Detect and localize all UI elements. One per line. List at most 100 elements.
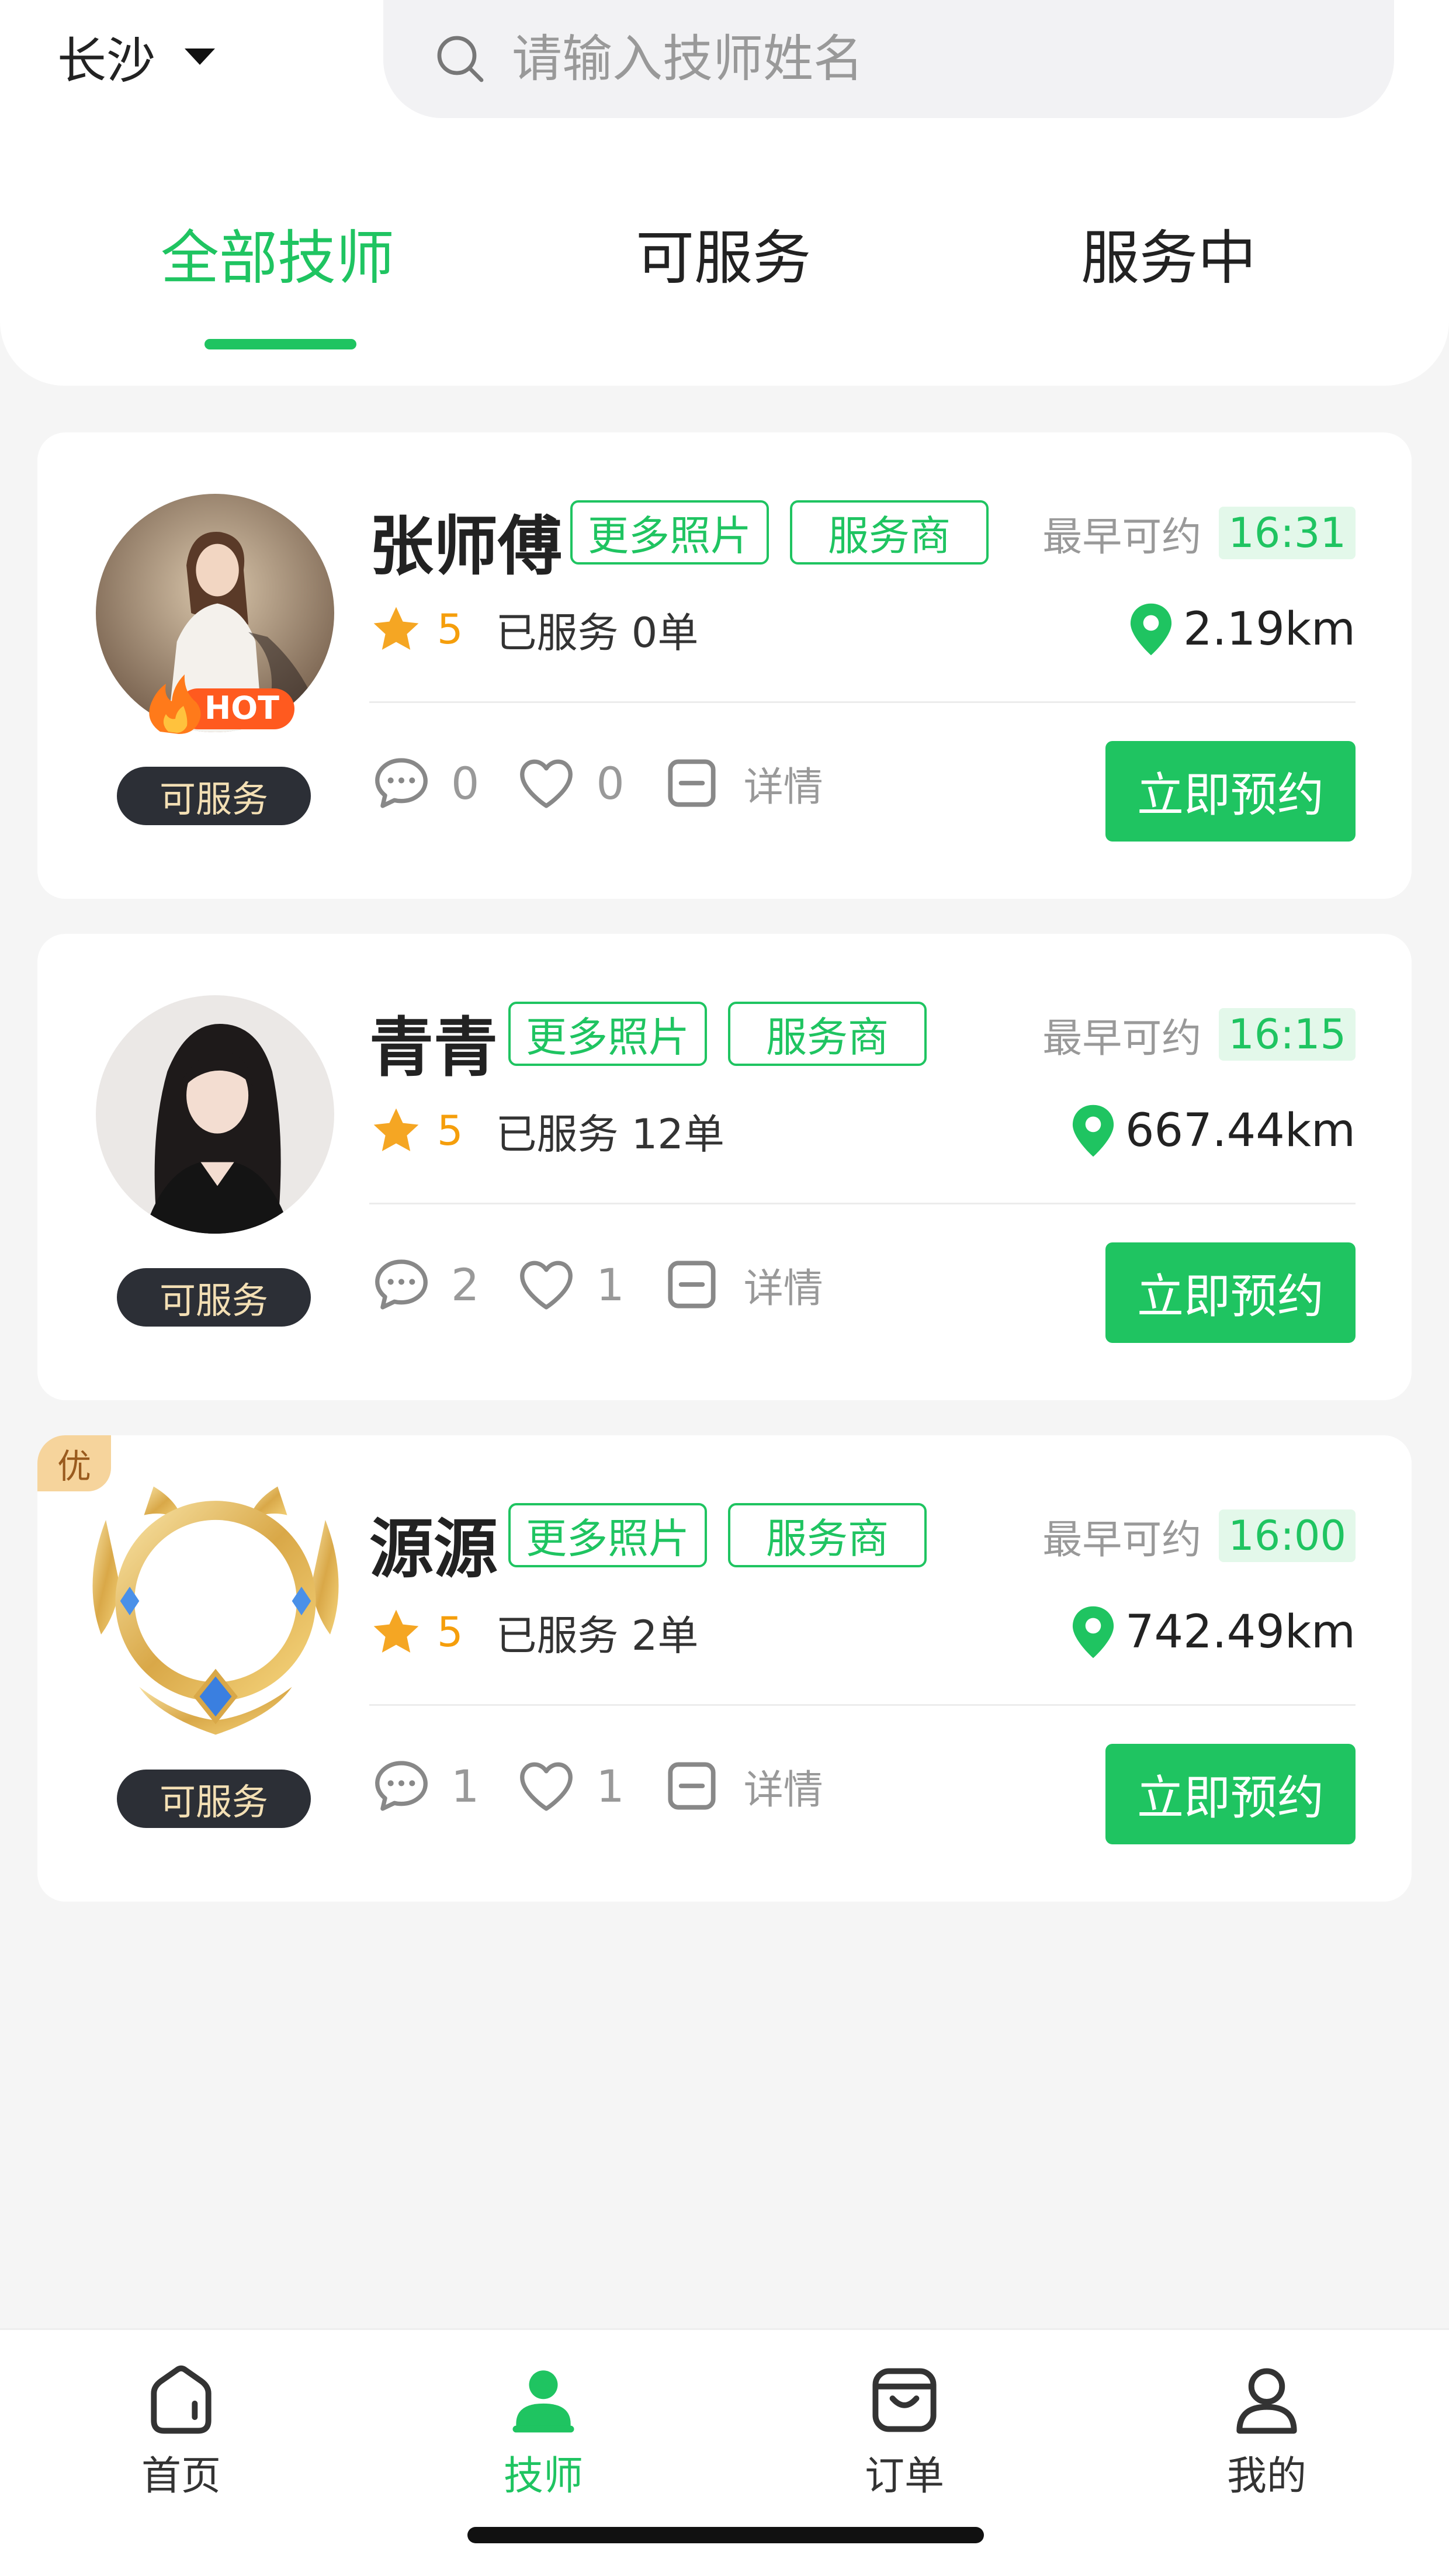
profile-icon	[1236, 2368, 1297, 2434]
action-row: 1 1 详情	[369, 1751, 823, 1821]
book-now-button[interactable]: 立即预约	[1105, 1744, 1356, 1844]
distance: 667.44km	[1067, 1099, 1356, 1163]
served-count: 已服务 12单	[495, 1110, 724, 1158]
star-icon	[373, 607, 419, 650]
more-photos-tag[interactable]: 更多照片	[570, 500, 769, 565]
caret-down-icon	[185, 49, 216, 65]
heart-icon[interactable]	[514, 751, 578, 815]
active-tab-indicator	[204, 339, 356, 349]
provider-tag: 服务商	[790, 500, 989, 565]
divider	[369, 1203, 1356, 1204]
detail-link[interactable]: 详情	[744, 1256, 823, 1314]
tab-in-service[interactable]: 服务中	[1081, 210, 1256, 295]
location-pin-icon	[1131, 603, 1172, 656]
more-photos-tag[interactable]: 更多照片	[508, 1503, 707, 1567]
nav-label-orders: 订单	[864, 2453, 944, 2499]
rating-row: 5 已服务 12单	[369, 1099, 724, 1163]
provider-tag: 服务商	[728, 1503, 927, 1567]
rating-row: 5 已服务 2单	[369, 1600, 698, 1664]
avatar[interactable]	[96, 995, 334, 1234]
rating-score: 5	[437, 1608, 463, 1656]
status-badge: 可服务	[117, 1268, 311, 1327]
location-pin-icon	[1072, 1606, 1114, 1659]
like-count: 1	[596, 1760, 625, 1812]
technician-card: HOT 可服务 张师傅 更多照片 服务商 最早可约 16:31 5 已服务 0单…	[37, 432, 1412, 899]
filter-tabs: 全部技师 可服务 服务中	[0, 193, 1449, 356]
status-badge: 可服务	[117, 1770, 311, 1828]
comment-count: 2	[451, 1258, 480, 1311]
comment-icon[interactable]	[369, 1252, 434, 1317]
distance-value: 2.19km	[1183, 603, 1356, 656]
comment-icon[interactable]	[369, 1754, 434, 1818]
distance-value: 742.49km	[1125, 1606, 1356, 1659]
hot-badge-icon: HOT	[149, 674, 294, 734]
served-count: 已服务 0单	[495, 608, 699, 657]
star-icon	[373, 1609, 419, 1653]
earliest-time: 16:00	[1219, 1509, 1356, 1562]
star-icon	[373, 1108, 419, 1151]
detail-icon[interactable]	[660, 751, 724, 815]
hot-badge-text: HOT	[204, 690, 279, 726]
book-now-button[interactable]: 立即预约	[1105, 1242, 1356, 1343]
technician-card: 优 可服务 源源 更多照片 服务商 最早可约 16:00 5 已服务 2单 74…	[37, 1435, 1412, 1902]
city-selector[interactable]: 长沙	[57, 25, 216, 89]
divider	[369, 701, 1356, 703]
nav-label-profile: 我的	[1226, 2453, 1306, 2499]
rating-score: 5	[437, 605, 463, 653]
nav-item-home[interactable]: 首页	[93, 2359, 269, 2501]
comment-count: 1	[451, 1760, 480, 1812]
technician-name: 青青	[369, 1010, 498, 1085]
location-pin-icon	[1072, 1105, 1114, 1157]
order-bag-icon	[872, 2368, 937, 2432]
earliest-label: 最早可约	[1042, 1516, 1202, 1563]
avatar-frame[interactable]	[72, 1476, 359, 1745]
detail-link[interactable]: 详情	[744, 754, 823, 812]
nav-item-profile[interactable]: 我的	[1179, 2359, 1354, 2501]
earliest-availability: 最早可约 16:31	[1042, 504, 1356, 562]
detail-icon[interactable]	[660, 1754, 724, 1818]
technician-icon	[512, 2370, 574, 2433]
book-now-button[interactable]: 立即预约	[1105, 741, 1356, 842]
technician-card: 可服务 青青 更多照片 服务商 最早可约 16:15 5 已服务 12单 667…	[37, 934, 1412, 1400]
earliest-label: 最早可约	[1042, 514, 1202, 560]
search-icon	[437, 36, 484, 82]
nav-label-technicians: 技师	[503, 2453, 583, 2499]
top-header: 长沙 全部技师 可服务 服务中	[0, 0, 1449, 386]
city-label: 长沙	[57, 32, 156, 89]
distance: 742.49km	[1067, 1600, 1356, 1664]
earliest-time: 16:31	[1219, 507, 1356, 559]
action-row: 0 0 详情	[369, 748, 823, 818]
home-indicator	[467, 2527, 984, 2543]
heart-icon[interactable]	[514, 1754, 578, 1818]
served-count: 已服务 2单	[495, 1611, 699, 1660]
technician-name: 源源	[369, 1512, 498, 1587]
search-input[interactable]	[512, 30, 1330, 88]
comment-icon[interactable]	[369, 751, 434, 815]
nav-item-orders[interactable]: 订单	[817, 2359, 992, 2501]
technician-name: 张师傅	[369, 509, 562, 584]
divider	[369, 1704, 1356, 1706]
tab-all-technicians[interactable]: 全部技师	[161, 210, 394, 295]
nav-item-technicians[interactable]: 技师	[456, 2359, 631, 2501]
technician-list-screen: 长沙 全部技师 可服务 服务中	[0, 0, 1449, 2576]
comment-count: 0	[451, 757, 480, 809]
home-icon	[151, 2365, 212, 2434]
provider-tag: 服务商	[728, 1002, 927, 1066]
search-bar[interactable]	[383, 0, 1394, 118]
tab-available[interactable]: 可服务	[636, 210, 811, 295]
distance: 2.19km	[1125, 597, 1356, 662]
detail-icon[interactable]	[660, 1252, 724, 1317]
distance-value: 667.44km	[1125, 1105, 1356, 1157]
nav-label-home: 首页	[141, 2453, 221, 2499]
earliest-time: 16:15	[1219, 1008, 1356, 1061]
rating-row: 5 已服务 0单	[369, 597, 698, 662]
status-badge: 可服务	[117, 767, 311, 825]
heart-icon[interactable]	[514, 1252, 578, 1317]
like-count: 0	[596, 757, 625, 809]
more-photos-tag[interactable]: 更多照片	[508, 1002, 707, 1066]
earliest-availability: 最早可约 16:00	[1042, 1507, 1356, 1565]
like-count: 1	[596, 1258, 625, 1311]
earliest-availability: 最早可约 16:15	[1042, 1005, 1356, 1064]
action-row: 2 1 详情	[369, 1249, 823, 1320]
detail-link[interactable]: 详情	[744, 1757, 823, 1815]
